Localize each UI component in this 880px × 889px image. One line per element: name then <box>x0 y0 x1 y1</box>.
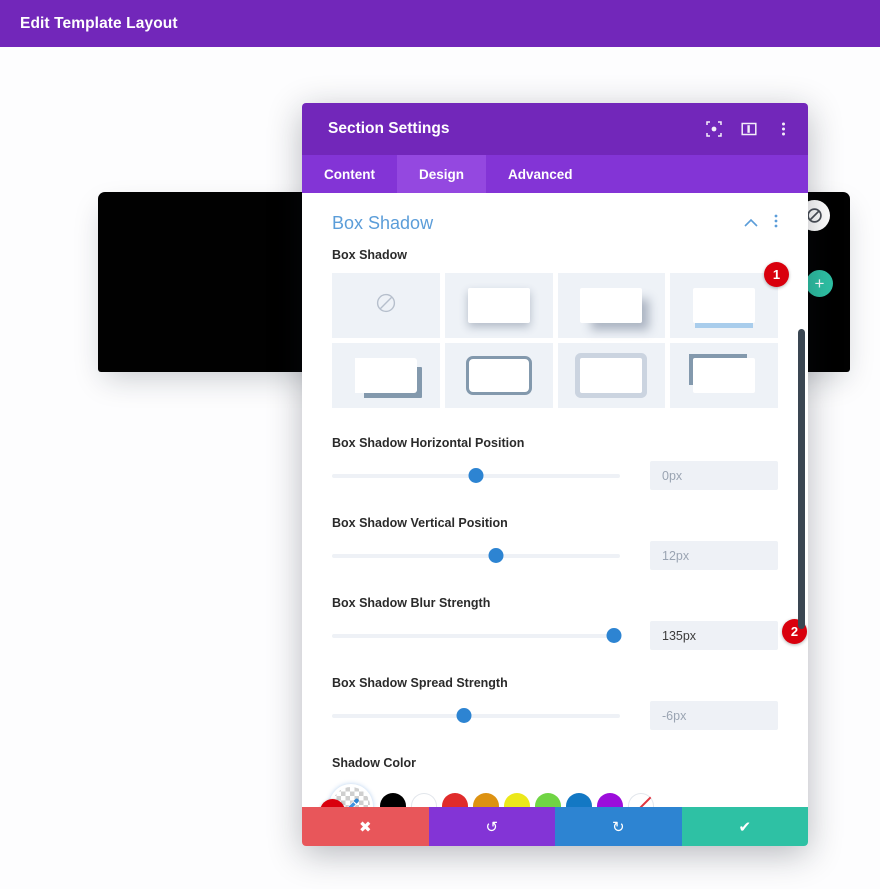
redo-icon: ↻ <box>611 818 625 836</box>
box-shadow-field-label: Box Shadow <box>332 248 408 262</box>
app-root: Edit Template Layout + Section Settings <box>0 0 880 889</box>
value-text: 12px <box>662 548 690 563</box>
add-section-button[interactable]: + <box>806 270 833 297</box>
swatch-purple[interactable] <box>597 793 623 807</box>
modal-action-bar: ✖ ↺ ↻ ✔ <box>302 807 808 846</box>
preset-swatch <box>465 356 532 395</box>
value-input-blur[interactable]: 135px 2 <box>650 619 807 650</box>
slider-track-bar <box>332 553 620 558</box>
preset-swatch <box>693 358 756 393</box>
modal-header: Section Settings <box>302 103 808 155</box>
preset-hard-top-left[interactable] <box>670 343 778 408</box>
slider-vertical-position: Box Shadow Vertical Position 12px <box>332 516 778 570</box>
preset-hard-bottom-right[interactable] <box>332 343 440 408</box>
value-text: 135px <box>662 628 697 643</box>
slider-track[interactable] <box>332 547 620 565</box>
check-icon: ✔ <box>738 818 752 836</box>
close-icon: ✖ <box>358 818 372 836</box>
chevron-up-icon[interactable] <box>744 215 758 233</box>
swatch-red[interactable] <box>442 793 468 807</box>
group-header-icons <box>744 214 778 233</box>
slider-track-bar <box>332 633 620 638</box>
slider-track[interactable] <box>332 467 620 485</box>
annotation-badge-1: 1 <box>764 262 789 287</box>
modal-title: Section Settings <box>328 120 450 137</box>
preset-swatch <box>580 358 643 393</box>
settings-scroll-area: Box Shadow Box Shadow 1 Box Shadow Horiz… <box>302 193 808 807</box>
preset-swatch <box>354 358 417 393</box>
slider-knob[interactable] <box>606 628 622 643</box>
slider-knob[interactable] <box>456 708 472 723</box>
slider-horizontal-position: Box Shadow Horizontal Position 0px <box>332 436 778 490</box>
shadow-color-swatches: 3 <box>320 781 778 807</box>
slider-label: Box Shadow Blur Strength <box>332 596 491 610</box>
slider-label: Box Shadow Vertical Position <box>332 516 508 530</box>
preset-swatch <box>580 288 643 323</box>
tab-design[interactable]: Design <box>397 155 487 193</box>
slider-track-bar <box>332 713 620 718</box>
preset-blue-underline[interactable]: 1 <box>670 262 789 338</box>
slider-label: Box Shadow Horizontal Position <box>332 436 525 450</box>
color-picker-button[interactable]: 3 <box>320 787 370 807</box>
section-settings-modal: Section Settings Content Design Advanced… <box>302 103 808 846</box>
shadow-color-label: Shadow Color <box>332 756 417 770</box>
cancel-button[interactable]: ✖ <box>302 807 429 846</box>
modal-scrollbar-thumb[interactable] <box>798 329 805 629</box>
swatch-none[interactable] <box>628 793 654 807</box>
value-text: 0px <box>662 468 683 483</box>
box-shadow-group-title: Box Shadow <box>332 213 434 233</box>
swatch-blue[interactable] <box>566 793 592 807</box>
page-title: Edit Template Layout <box>20 14 178 32</box>
focus-icon[interactable] <box>705 121 722 138</box>
slider-blur-strength: Box Shadow Blur Strength 135px 2 <box>332 596 807 650</box>
slider-track[interactable] <box>332 627 622 645</box>
preset-offset-bottom-right[interactable] <box>557 273 666 338</box>
more-vertical-icon[interactable] <box>774 214 778 233</box>
slider-knob[interactable] <box>488 548 504 563</box>
more-vertical-icon[interactable] <box>775 121 792 138</box>
undo-button[interactable]: ↺ <box>428 807 555 846</box>
slider-label: Box Shadow Spread Strength <box>332 676 508 690</box>
save-button[interactable]: ✔ <box>681 807 808 846</box>
preset-swatch <box>467 288 530 323</box>
top-admin-bar: Edit Template Layout <box>0 0 880 47</box>
preset-outline-rounded[interactable] <box>444 343 553 408</box>
modal-header-icons <box>705 121 792 138</box>
tab-content[interactable]: Content <box>302 155 397 193</box>
preset-none[interactable] <box>332 273 440 338</box>
slider-knob[interactable] <box>468 468 484 483</box>
value-input-vertical[interactable]: 12px <box>650 541 778 570</box>
undo-icon: ↺ <box>485 818 499 836</box>
modal-body: Box Shadow Box Shadow 1 Box Shadow Horiz… <box>302 193 808 807</box>
swatch-yellow[interactable] <box>504 793 530 807</box>
modal-tabs: Content Design Advanced <box>302 155 808 193</box>
value-text: -6px <box>662 708 687 723</box>
layout-panel-icon[interactable] <box>740 121 757 138</box>
blocked-icon <box>807 208 822 223</box>
plus-icon: + <box>814 274 825 293</box>
slider-spread-strength: Box Shadow Spread Strength -6px <box>332 676 778 730</box>
no-shadow-icon <box>375 292 397 319</box>
value-input-horizontal[interactable]: 0px <box>650 461 778 490</box>
swatch-green[interactable] <box>535 793 561 807</box>
swatch-white[interactable] <box>411 793 437 807</box>
swatch-orange[interactable] <box>473 793 499 807</box>
preset-soft-bottom[interactable] <box>444 273 553 338</box>
preset-swatch <box>693 288 756 323</box>
box-shadow-preset-grid: 1 <box>332 262 789 408</box>
eyedropper-icon <box>346 798 359 807</box>
swatch-black[interactable] <box>380 793 406 807</box>
preset-even-glow[interactable] <box>557 343 666 408</box>
box-shadow-group-header[interactable]: Box Shadow <box>332 193 778 248</box>
tab-advanced[interactable]: Advanced <box>486 155 595 193</box>
redo-button[interactable]: ↻ <box>555 807 682 846</box>
value-input-spread[interactable]: -6px <box>650 701 778 730</box>
slider-track[interactable] <box>332 707 620 725</box>
